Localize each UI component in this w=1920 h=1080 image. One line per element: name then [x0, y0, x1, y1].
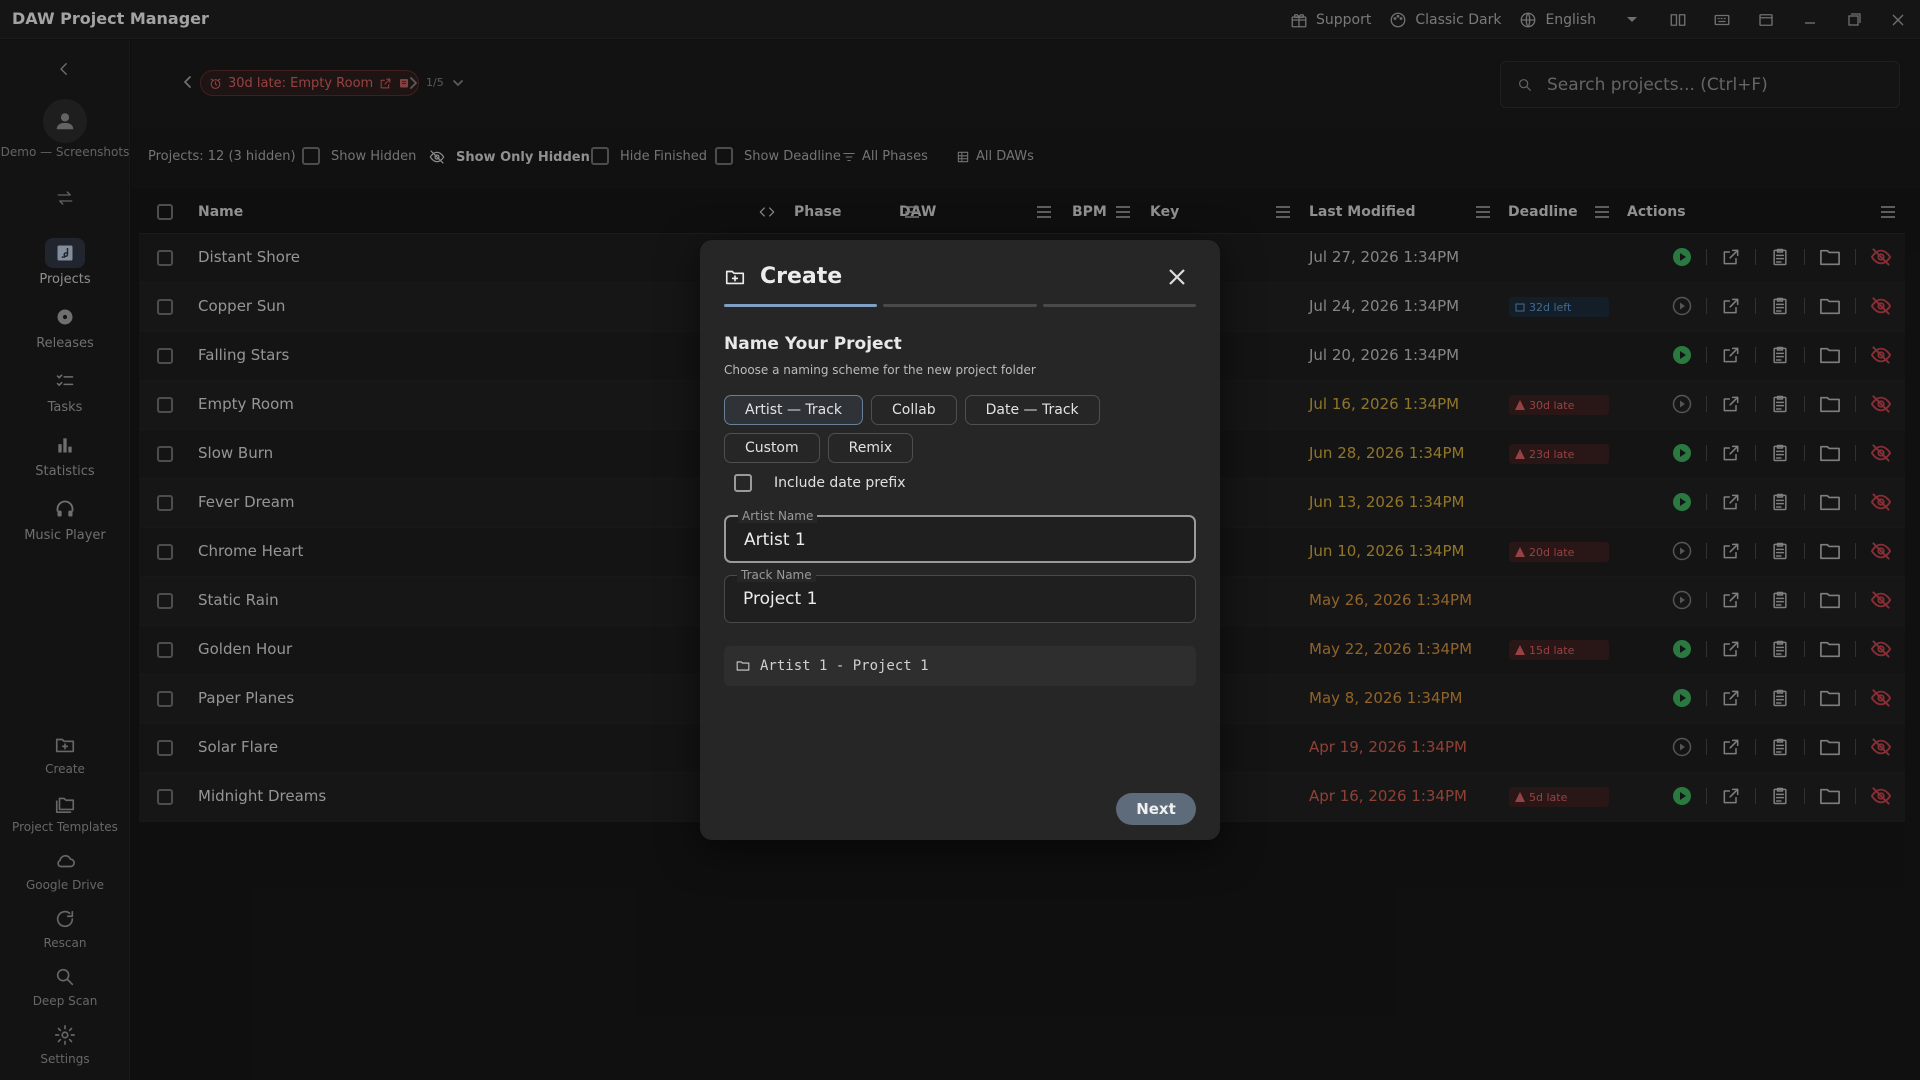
dialog-title: Create [760, 264, 843, 289]
folder-icon [736, 661, 750, 671]
naming-option[interactable]: Remix [827, 433, 914, 463]
include-date-checkbox[interactable] [734, 474, 752, 492]
folder-name-preview: Artist 1 - Project 1 [724, 646, 1196, 686]
naming-option[interactable]: Collab [871, 395, 957, 425]
naming-option[interactable]: Date — Track [964, 395, 1100, 425]
include-date-label: Include date prefix [774, 475, 906, 491]
track-name-value: Project 1 [743, 589, 818, 609]
next-button[interactable]: Next [1116, 793, 1196, 825]
include-date-toggle[interactable]: Include date prefix [734, 474, 905, 492]
create-folder-icon [725, 270, 745, 284]
step-bar [1042, 304, 1196, 307]
dialog-header: Create [724, 264, 842, 289]
close-dialog-button[interactable] [1168, 268, 1186, 286]
artist-name-field[interactable]: Artist Name Artist 1 [724, 509, 1196, 563]
naming-option[interactable]: Custom [724, 433, 820, 463]
step-bar [883, 304, 1037, 307]
step-subheading: Choose a naming scheme for the new proje… [724, 363, 1036, 377]
track-name-label: Track Name [737, 568, 816, 582]
close-icon [1169, 269, 1185, 285]
track-name-field[interactable]: Track Name Project 1 [724, 568, 1196, 623]
step-bar [724, 304, 878, 307]
naming-scheme-options: Artist — Track Collab Date — Track Custom Re… [724, 395, 1194, 463]
artist-name-label: Artist Name [738, 509, 818, 523]
step-heading: Name Your Project [724, 334, 902, 354]
artist-name-value: Artist 1 [744, 530, 806, 550]
naming-option[interactable]: Artist — Track [724, 395, 864, 425]
preview-text: Artist 1 - Project 1 [760, 658, 929, 674]
create-dialog: Create Name Your Project Choose a naming… [700, 240, 1220, 840]
step-indicator [724, 304, 1196, 307]
